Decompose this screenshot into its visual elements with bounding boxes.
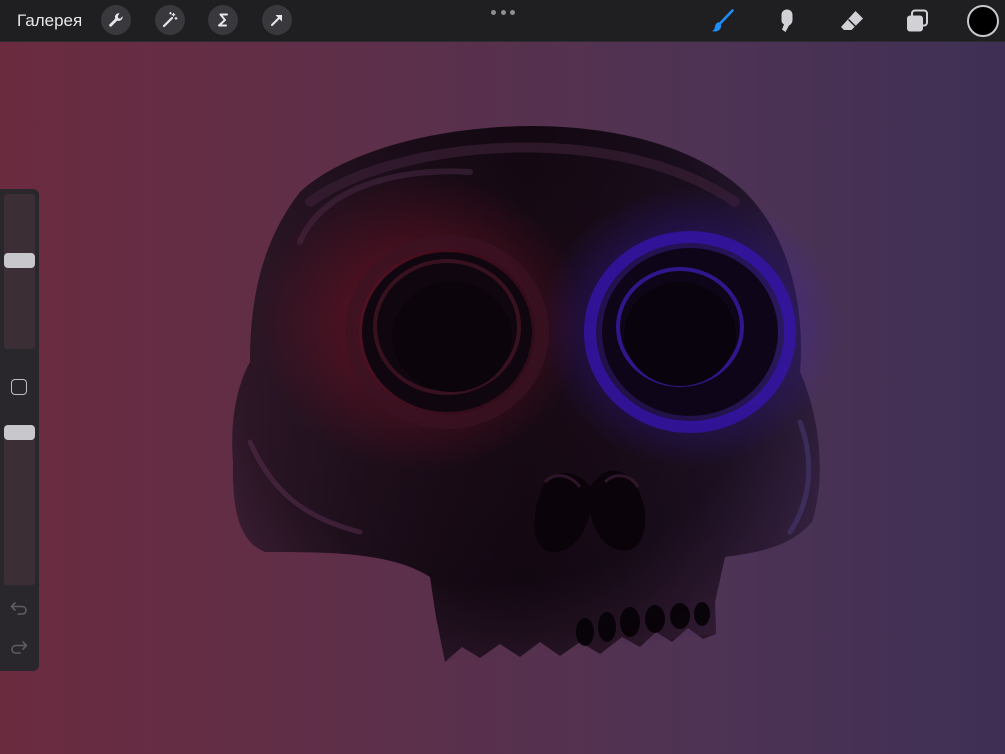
opacity-thumb[interactable]	[4, 425, 35, 440]
layers-icon	[907, 9, 928, 32]
smudge-tool-button[interactable]	[771, 5, 803, 37]
magic-wand-icon	[162, 11, 178, 28]
dot	[491, 9, 496, 15]
square-icon[interactable]	[11, 379, 27, 395]
redo-button[interactable]	[9, 637, 29, 657]
selection-button[interactable]	[208, 5, 238, 35]
selection-s-icon	[218, 13, 228, 27]
more-dots-icon[interactable]	[491, 6, 515, 18]
transform-arrow-icon	[271, 15, 282, 26]
drawing-canvas[interactable]	[0, 42, 1005, 754]
wrench-icon	[109, 13, 123, 27]
eraser-tool-button[interactable]	[836, 5, 868, 37]
adjustments-button[interactable]	[155, 5, 185, 35]
eraser-icon	[841, 11, 863, 30]
color-picker-button[interactable]	[967, 5, 999, 37]
transform-button[interactable]	[262, 5, 292, 35]
layers-button[interactable]	[901, 5, 933, 37]
gallery-button[interactable]: Галерея	[17, 10, 82, 32]
brush-size-slider[interactable]	[4, 194, 35, 349]
brush-icon	[712, 9, 734, 32]
redo-arrow-icon	[11, 641, 28, 654]
dot	[510, 9, 515, 15]
procreate-app: Галерея	[0, 0, 1005, 754]
brush-size-thumb[interactable]	[4, 253, 35, 268]
dot	[500, 9, 506, 15]
undo-button[interactable]	[9, 598, 29, 618]
undo-arrow-icon	[10, 602, 27, 615]
smudge-icon	[781, 9, 793, 32]
brush-sidebar	[0, 189, 39, 671]
brush-tool-button[interactable]	[706, 5, 738, 37]
skull-illustration-icon	[232, 126, 840, 662]
opacity-slider[interactable]	[4, 425, 35, 585]
actions-button[interactable]	[101, 5, 131, 35]
top-toolbar: Галерея	[0, 0, 1005, 42]
